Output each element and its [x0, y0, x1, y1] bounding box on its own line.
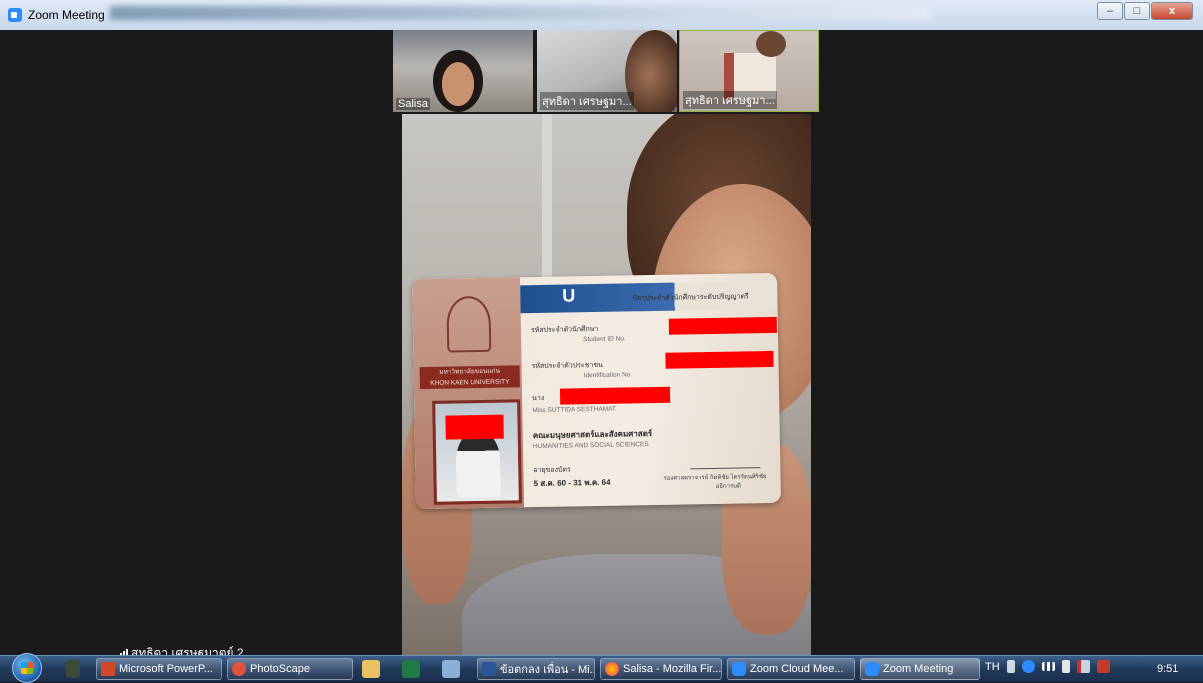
window-title: Zoom Meeting — [8, 7, 105, 23]
word-icon — [482, 662, 496, 676]
taskbar-item-zoom-cloud[interactable]: Zoom Cloud Mee... — [727, 658, 855, 680]
card-left-panel: มหาวิทยาลัยขอนแก่น KHON KAEN UNIVERSITY — [412, 277, 525, 510]
excel-icon[interactable] — [402, 660, 420, 678]
language-indicator[interactable]: TH — [985, 661, 1000, 673]
taskbar-item-word[interactable]: ข้อตกลง เพื่อน - Mi... — [477, 658, 595, 680]
signature — [690, 451, 761, 470]
meeting-area: Salisa สุทธิดา เศรษฐมา... สุทธิดา เศรษฐม… — [6, 30, 1203, 655]
pinned-app-icon[interactable] — [66, 660, 80, 678]
taskbar-item-zoom-meeting[interactable]: Zoom Meeting — [860, 658, 980, 680]
card-photo-person — [455, 430, 501, 498]
participant-avatar — [756, 31, 786, 57]
notepad-icon[interactable] — [442, 660, 460, 678]
zoom-icon — [732, 662, 746, 676]
taskbar-clock[interactable]: 9:51 — [1157, 663, 1178, 675]
window-title-text: Zoom Meeting — [28, 8, 105, 22]
file-explorer-icon[interactable] — [362, 660, 380, 678]
card-university-en: KHON KAEN UNIVERSITY — [430, 378, 510, 387]
powerpoint-icon — [101, 662, 115, 676]
blurred-background-tabs — [110, 6, 930, 20]
system-tray: TH — [985, 660, 1110, 673]
zoom-icon — [865, 662, 879, 676]
participant-thumbnail-2[interactable]: สุทธิดา เศรษฐมา... — [537, 30, 677, 112]
national-id-label-en: Identification No. — [583, 371, 633, 380]
volume-icon[interactable] — [1061, 660, 1070, 673]
zoom-tray-icon[interactable] — [1021, 660, 1035, 673]
signer-title: อธิการบดี — [715, 483, 741, 490]
taskbar-item-label: Zoom Cloud Mee... — [750, 663, 844, 675]
start-button[interactable] — [12, 653, 42, 683]
card-title: บัตรประจำตัวนักศึกษาระดับปริญญาตรี — [632, 293, 749, 303]
participant-avatar — [433, 50, 483, 112]
student-name-en: Miss SUTTIDA SESTHAMAT — [532, 405, 617, 415]
flag-alert-icon[interactable] — [1076, 660, 1090, 673]
security-icon[interactable] — [1096, 660, 1110, 673]
faculty-en: HUMANITIES AND SOCIAL SCIENCES — [532, 441, 649, 451]
taskbar-item-label: ข้อตกลง เพื่อน - Mi... — [500, 664, 595, 676]
participant-name: สุทธิดา เศรษฐมา... — [683, 91, 777, 109]
participant-thumbnail-3[interactable]: สุทธิดา เศรษฐมา... — [679, 30, 819, 112]
card-badge: U — [562, 285, 576, 306]
taskbar-item-firefox[interactable]: Salisa - Mozilla Fir... — [600, 658, 722, 680]
participant-thumbnail-1[interactable]: Salisa — [393, 30, 533, 112]
participant-name: Salisa — [396, 98, 430, 110]
window-controls: – □ x — [1097, 2, 1193, 20]
name-prefix: นาง — [532, 394, 545, 403]
taskbar-item-label: PhotoScape — [250, 663, 310, 675]
firefox-icon — [605, 662, 619, 676]
student-id-label: รหัสประจำตัวนักศึกษา — [530, 325, 599, 335]
expiry-label: อายุของบัตร — [533, 466, 571, 475]
active-speaker-video: มหาวิทยาลัยขอนแก่น KHON KAEN UNIVERSITY … — [402, 114, 811, 655]
taskbar-item-label: Zoom Meeting — [883, 663, 954, 675]
national-id-label: รหัสประจำตัวประชาชน — [531, 361, 603, 371]
card-university-band: มหาวิทยาลัยขอนแก่น KHON KAEN UNIVERSITY — [419, 365, 520, 390]
minimize-button[interactable]: – — [1097, 2, 1123, 20]
redaction-box — [668, 316, 778, 335]
windows-logo-icon — [21, 662, 33, 674]
window-title-bar: Zoom Meeting – □ x — [0, 0, 1203, 30]
taskbar-item-label: Salisa - Mozilla Fir... — [623, 663, 722, 675]
redaction-box — [665, 350, 774, 369]
redaction-box — [445, 414, 504, 440]
redaction-box — [559, 386, 671, 405]
taskbar-item-powerpoint[interactable]: Microsoft PowerP... — [96, 658, 222, 680]
student-id-card: มหาวิทยาลัยขอนแก่น KHON KAEN UNIVERSITY … — [412, 272, 781, 510]
network-signal-icon[interactable] — [1041, 662, 1055, 671]
photoscape-icon — [232, 662, 246, 676]
zoom-icon — [8, 8, 22, 22]
taskbar-item-photoscape[interactable]: PhotoScape — [227, 658, 353, 680]
expiry-value: 5 ส.ค. 60 - 31 พ.ค. 64 — [533, 477, 611, 489]
student-id-label-en: Student ID No. — [583, 335, 626, 344]
university-emblem-icon — [446, 295, 492, 353]
faculty-th: คณะมนุษยศาสตร์และสังคมศาสตร์ — [532, 429, 653, 441]
close-button[interactable]: x — [1151, 2, 1193, 20]
help-icon[interactable] — [1006, 660, 1015, 673]
maximize-button[interactable]: □ — [1124, 2, 1150, 20]
card-photo — [432, 399, 522, 505]
participant-name: สุทธิดา เศรษฐมา... — [540, 92, 634, 110]
windows-taskbar: Microsoft PowerP... PhotoScape ข้อตกลง เ… — [0, 653, 1203, 683]
taskbar-item-label: Microsoft PowerP... — [119, 663, 213, 675]
